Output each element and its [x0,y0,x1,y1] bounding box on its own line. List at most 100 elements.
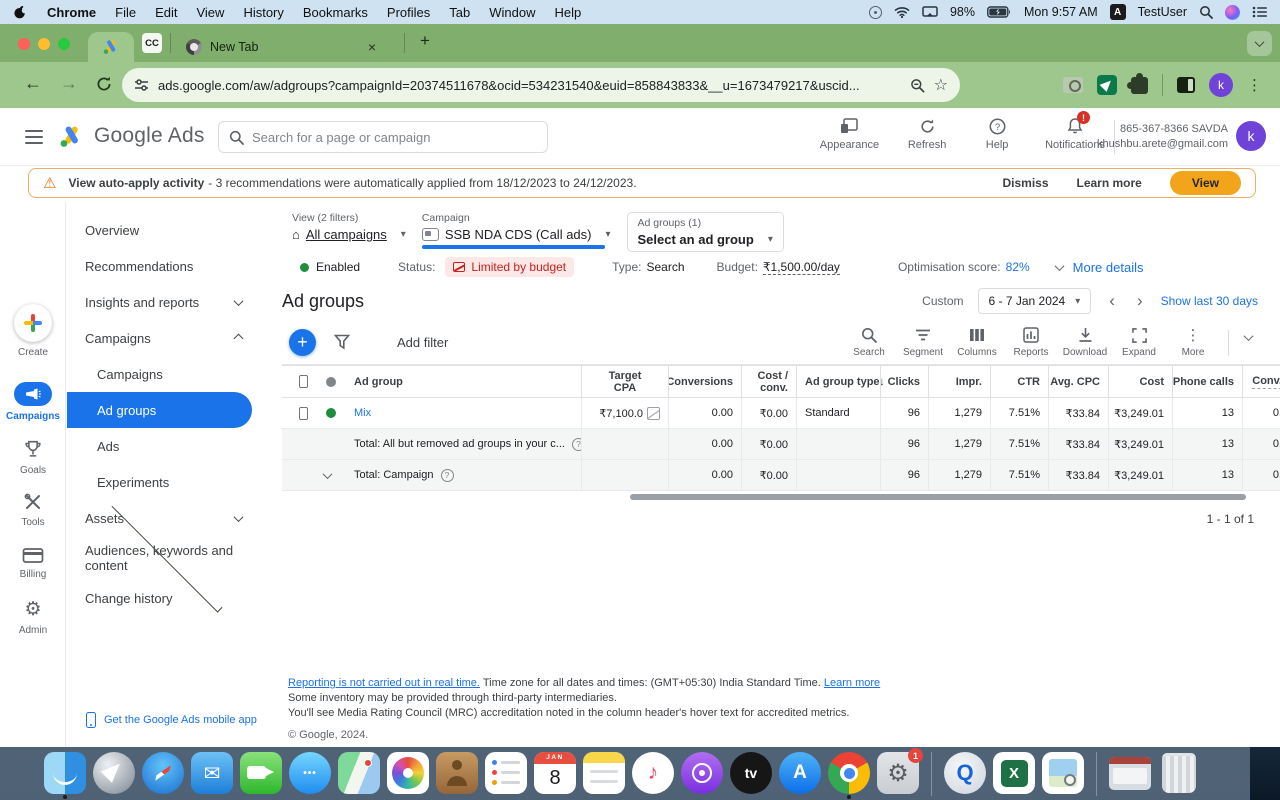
dock-preview-icon[interactable] [1042,752,1084,794]
side-panel-icon[interactable] [1177,77,1195,93]
control-center-icon[interactable] [1252,6,1268,18]
tab-search-chevron-button[interactable] [1247,31,1272,56]
new-tab-button[interactable]: + [420,31,430,51]
dock-system-settings-icon[interactable]: ⚙1 [877,752,919,794]
dock-chrome-icon[interactable] [828,752,870,794]
dock-recent-window-icon[interactable] [1109,757,1151,790]
rail-create[interactable]: Create [0,304,66,358]
status-dot-header[interactable] [326,377,336,387]
camera-extension-icon[interactable] [1063,77,1083,93]
dock-apple-tv-icon[interactable]: tv [730,752,772,794]
col-target-cpa[interactable]: Target CPA [581,366,668,397]
col-conv[interactable]: Conv. [1242,366,1280,397]
nav-audiences[interactable]: Audiences, keywords and content [66,536,268,580]
address-bar[interactable]: ads.google.com/aw/adgroups?campaignId=20… [122,68,960,102]
collapse-toolbar-icon[interactable] [1244,331,1254,341]
browser-menu-icon[interactable]: ⋮ [1247,76,1262,94]
dock-facetime-icon[interactable] [240,752,282,794]
siri-icon[interactable] [1225,5,1240,20]
menu-history[interactable]: History [243,5,283,20]
forward-button[interactable]: → [60,73,78,94]
edit-icon[interactable] [647,407,660,420]
back-button[interactable]: ← [24,73,42,94]
dock-launchpad-icon[interactable] [93,752,135,794]
rail-tools[interactable]: Tools [0,492,66,528]
show-last-30-days-link[interactable]: Show last 30 days [1161,294,1258,308]
menu-view[interactable]: View [196,5,224,20]
adgroup-filter-chip[interactable]: Ad groups (1) Select an ad group ▾ [627,212,784,252]
cell-target-cpa[interactable]: ₹7,100.0 [581,398,668,428]
menu-file[interactable]: File [115,5,136,20]
columns-tool[interactable]: Columns [950,326,1004,358]
dock-podcasts-icon[interactable] [681,752,723,794]
date-range-picker[interactable]: 6 - 7 Jan 2024 ▾ [978,288,1092,314]
account-avatar[interactable]: k [1236,121,1266,151]
learn-more-button[interactable]: Learn more [1077,176,1142,190]
header-search-box[interactable] [218,121,548,153]
dock-notes-icon[interactable] [583,752,625,794]
nav-insights-reports[interactable]: Insights and reports [66,284,268,320]
menu-chrome[interactable]: Chrome [47,5,96,20]
window-close-button[interactable] [18,38,30,50]
account-info[interactable]: 865-367-8366 SAVDA khushbu.arete@gmail.c… [1097,122,1228,152]
ad-group-link[interactable]: Mix [354,407,371,419]
menu-edit[interactable]: Edit [155,5,177,20]
col-cost-conv[interactable]: Cost / conv. [741,366,796,397]
dock-safari-icon[interactable] [142,752,184,794]
help-button[interactable]: ? Help [975,116,1019,151]
filter-funnel-icon[interactable] [334,334,350,350]
appearance-button[interactable]: Appearance [820,116,879,151]
wifi-icon[interactable] [894,6,910,18]
dock-photos-icon[interactable] [387,752,429,794]
menubar-clock[interactable]: Mon 9:57 AM [1024,5,1098,19]
col-cost[interactable]: Cost [1108,366,1172,397]
active-pinned-tab-google-ads[interactable] [88,32,134,62]
site-settings-icon[interactable] [134,78,149,92]
spotlight-icon[interactable] [1199,5,1213,19]
nav-change-history[interactable]: Change history [66,580,268,616]
input-source-badge[interactable]: A [1110,4,1126,20]
col-ad-group-type[interactable]: Ad group type [796,366,880,397]
display-icon[interactable] [922,6,938,19]
dock-app-store-icon[interactable]: A [779,752,821,794]
col-avg-cpc[interactable]: Avg. CPC [1048,366,1108,397]
nav-experiments[interactable]: Experiments [66,464,268,500]
col-ctr[interactable]: CTR [990,366,1048,397]
nav-campaigns-sub[interactable]: Campaigns [66,356,268,392]
expand-tool[interactable]: Expand [1112,326,1166,358]
limited-by-budget-badge[interactable]: Limited by budget [445,257,574,277]
nav-campaigns[interactable]: Campaigns [66,320,268,356]
expand-row-icon[interactable] [323,469,333,479]
menu-profiles[interactable]: Profiles [387,5,430,20]
menu-help[interactable]: Help [555,5,582,20]
menubar-user[interactable]: TestUser [1138,5,1187,19]
col-ad-group[interactable]: Ad group [346,366,581,397]
view-filter-chip[interactable]: View (2 filters) ⌂ All campaigns ▾ [292,212,406,242]
dock-contacts-icon[interactable] [436,752,478,794]
previous-period-button[interactable]: ‹ [1105,291,1119,311]
dock-finder-icon[interactable] [44,752,86,794]
help-icon[interactable]: ? [572,438,581,451]
col-clicks-sorted[interactable]: ↓Clicks [880,366,928,397]
dock-reminders-icon[interactable] [485,752,527,794]
pinned-tab-cc[interactable]: CC [142,33,162,53]
more-tool[interactable]: ⋮ More [1166,326,1220,358]
rail-campaigns[interactable]: Campaigns [0,382,66,422]
search-tool[interactable]: Search [842,326,896,358]
enabled-status-dot[interactable] [326,408,336,418]
campaign-filter-chip[interactable]: Campaign SSB NDA CDS (Call ads) ▾ [422,212,611,242]
menu-bookmarks[interactable]: Bookmarks [303,5,368,20]
dock-maps-icon[interactable] [338,752,380,794]
download-tool[interactable]: Download [1058,326,1112,358]
view-button[interactable]: View [1170,171,1241,195]
dock-music-icon[interactable]: ♪ [632,752,674,794]
rocket-extension-icon[interactable] [1097,75,1117,95]
hamburger-menu-icon[interactable] [25,130,43,144]
nav-recommendations[interactable]: Recommendations [66,248,268,284]
menu-window[interactable]: Window [489,5,535,20]
url-text[interactable]: ads.google.com/aw/adgroups?campaignId=20… [158,78,901,93]
browser-profile-avatar[interactable]: k [1209,73,1233,97]
window-zoom-button[interactable] [58,38,70,50]
nav-ad-groups-selected[interactable]: Ad groups [67,392,252,428]
mobile-app-link[interactable]: Get the Google Ads mobile app [86,712,257,728]
